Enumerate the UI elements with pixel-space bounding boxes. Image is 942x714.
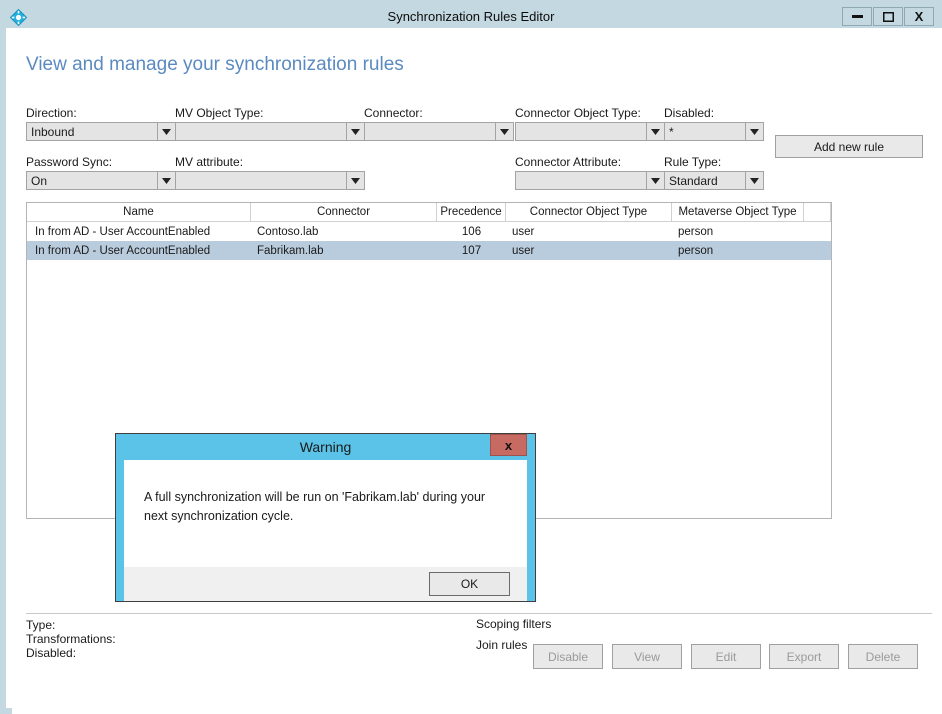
column-header-connector-object-type[interactable]: Connector Object Type: [506, 203, 672, 221]
detail-link-join-rules[interactable]: Join rules: [476, 638, 527, 652]
detail-label-type: Type:: [26, 618, 56, 632]
chevron-down-icon[interactable]: [646, 172, 664, 189]
add-new-rule-button[interactable]: Add new rule: [775, 135, 923, 158]
dialog-close-button[interactable]: x: [490, 434, 527, 456]
chevron-down-icon[interactable]: [745, 123, 763, 140]
chevron-down-icon[interactable]: [157, 123, 175, 140]
column-header-metaverse-object-type[interactable]: Metaverse Object Type: [672, 203, 804, 221]
dialog-title: Warning: [299, 439, 352, 455]
chevron-down-icon[interactable]: [495, 123, 513, 140]
window-title: Synchronization Rules Editor: [387, 9, 555, 24]
window-controls: X: [842, 7, 934, 26]
close-button[interactable]: X: [904, 7, 934, 26]
application-window: Synchronization Rules Editor X View and …: [0, 0, 942, 714]
column-header-name[interactable]: Name: [27, 203, 251, 221]
label-disabled: Disabled:: [664, 106, 715, 120]
chevron-down-icon[interactable]: [646, 123, 664, 140]
cell-connector-object-type: user: [512, 225, 535, 238]
export-button[interactable]: Export: [769, 644, 839, 669]
dialog-title-bar: Warning: [124, 434, 527, 460]
connector-value: [365, 123, 495, 140]
mv-object-type-dropdown[interactable]: [175, 122, 365, 141]
connector-attribute-dropdown[interactable]: [515, 171, 665, 190]
dialog-ok-button[interactable]: OK: [429, 572, 510, 596]
chevron-down-icon[interactable]: [157, 172, 175, 189]
cell-precedence: 106: [461, 225, 482, 238]
rule-type-dropdown[interactable]: Standard: [664, 171, 764, 190]
cell-precedence: 107: [461, 244, 482, 257]
warning-dialog: Warning x A full synchronization will be…: [116, 434, 535, 601]
maximize-button[interactable]: [873, 7, 903, 26]
disabled-value: *: [669, 124, 674, 139]
cell-connector-object-type: user: [512, 244, 535, 257]
edit-button[interactable]: Edit: [691, 644, 761, 669]
column-header-precedence[interactable]: Precedence: [437, 203, 506, 221]
detail-label-disabled: Disabled:: [26, 646, 77, 660]
connector-attribute-value: [516, 172, 646, 189]
label-password-sync: Password Sync:: [26, 155, 113, 169]
client-area: View and manage your synchronization rul…: [12, 28, 942, 714]
connector-object-type-dropdown[interactable]: [515, 122, 665, 141]
delete-button[interactable]: Delete: [848, 644, 918, 669]
cell-name: In from AD - User AccountEnabled: [35, 225, 211, 238]
minimize-button[interactable]: [842, 7, 872, 26]
cell-connector: Fabrikam.lab: [257, 244, 324, 257]
table-row[interactable]: In from AD - User AccountEnabled Contoso…: [27, 222, 831, 241]
cell-metaverse-object-type: person: [678, 225, 714, 238]
column-header-spacer: [804, 203, 831, 221]
column-header-connector[interactable]: Connector: [251, 203, 437, 221]
connector-object-type-value: [516, 123, 646, 140]
direction-dropdown[interactable]: Inbound: [26, 122, 176, 141]
title-bar: Synchronization Rules Editor X: [6, 6, 936, 28]
table-row[interactable]: In from AD - User AccountEnabled Fabrika…: [27, 241, 831, 260]
cell-name: In from AD - User AccountEnabled: [35, 244, 211, 257]
disabled-dropdown[interactable]: *: [664, 122, 764, 141]
chevron-down-icon[interactable]: [346, 172, 364, 189]
chevron-down-icon[interactable]: [745, 172, 763, 189]
page-title: View and manage your synchronization rul…: [26, 54, 404, 75]
label-mv-object-type: MV Object Type:: [175, 106, 264, 120]
mv-object-type-value: [176, 123, 346, 140]
password-sync-dropdown[interactable]: On: [26, 171, 176, 190]
table-header-row: Name Connector Precedence Connector Obje…: [27, 203, 831, 222]
dialog-message: A full synchronization will be run on 'F…: [144, 490, 486, 523]
label-connector: Connector:: [364, 106, 423, 120]
dialog-body: A full synchronization will be run on 'F…: [124, 460, 527, 567]
label-connector-object-type: Connector Object Type:: [515, 106, 641, 120]
label-rule-type: Rule Type:: [664, 155, 722, 169]
label-mv-attribute: MV attribute:: [175, 155, 244, 169]
cell-connector: Contoso.lab: [257, 225, 319, 238]
dialog-footer: OK: [124, 567, 527, 601]
direction-value: Inbound: [31, 124, 75, 139]
label-connector-attribute: Connector Attribute:: [515, 155, 622, 169]
password-sync-value: On: [31, 173, 48, 188]
chevron-down-icon[interactable]: [346, 123, 364, 140]
label-direction: Direction:: [26, 106, 77, 120]
mv-attribute-dropdown[interactable]: [175, 171, 365, 190]
mv-attribute-value: [176, 172, 346, 189]
disable-button[interactable]: Disable: [533, 644, 603, 669]
rule-type-value: Standard: [669, 173, 718, 188]
view-button[interactable]: View: [612, 644, 682, 669]
detail-link-scoping-filters[interactable]: Scoping filters: [476, 617, 551, 631]
connector-dropdown[interactable]: [364, 122, 514, 141]
details-separator: [26, 613, 932, 614]
detail-label-transformations: Transformations:: [26, 632, 116, 646]
cell-metaverse-object-type: person: [678, 244, 714, 257]
